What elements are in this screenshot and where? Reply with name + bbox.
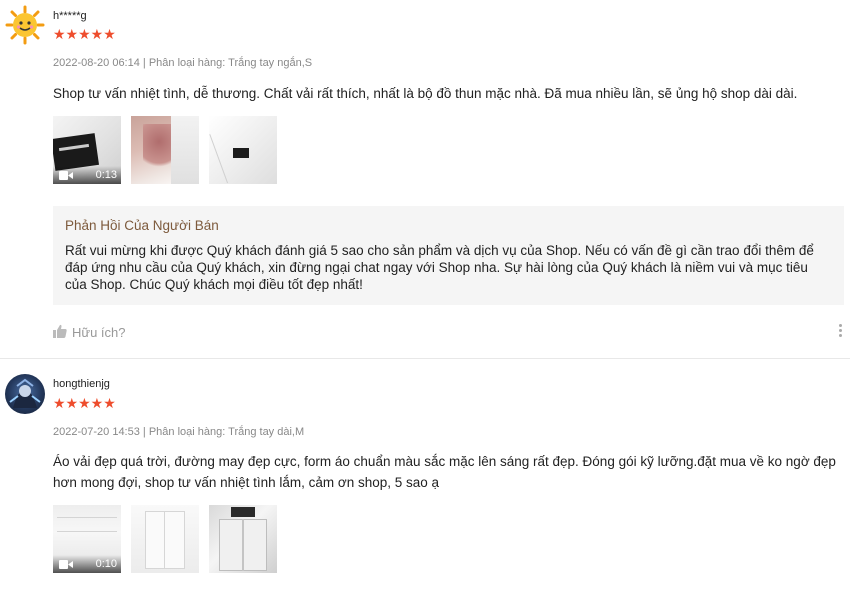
- review-item: hongthienjg ★★★★★ 2022-07-20 14:53 | Phâ…: [0, 359, 850, 589]
- video-duration-bar: 0:13: [53, 166, 121, 184]
- review-media: 0:13: [53, 116, 277, 184]
- review-text: Áo vải đẹp quá trời, đường may đẹp cực, …: [53, 454, 836, 490]
- video-duration-bar: 0:10: [53, 555, 121, 573]
- game-character-avatar-icon[interactable]: [5, 374, 45, 414]
- video-duration: 0:10: [95, 558, 117, 570]
- review-image-thumbnail[interactable]: [209, 505, 277, 573]
- seller-reply-text: Rất vui mừng khi được Quý khách đánh giá…: [65, 243, 814, 292]
- reviewer-name[interactable]: hongthienjg: [53, 378, 110, 390]
- review-media: 0:10: [53, 505, 277, 573]
- review-meta: 2022-07-20 14:53 | Phân loại hàng: Trắng…: [53, 426, 305, 438]
- helpful-button[interactable]: Hữu ích?: [53, 324, 126, 341]
- review-image-thumbnail[interactable]: [131, 505, 199, 573]
- video-camera-icon: [59, 170, 73, 180]
- video-camera-icon: [59, 559, 73, 569]
- reviewer-name[interactable]: h*****g: [53, 10, 87, 22]
- review-text: Shop tư vấn nhiệt tình, dễ thương. Chất …: [53, 86, 798, 101]
- thumbs-up-icon: [53, 324, 67, 341]
- rating-stars: ★★★★★: [53, 395, 116, 411]
- video-duration: 0:13: [95, 169, 117, 181]
- review-video-thumbnail[interactable]: 0:13: [53, 116, 121, 184]
- review-item: h*****g ★★★★★ 2022-08-20 06:14 | Phân lo…: [0, 0, 850, 359]
- seller-reply: Phản Hồi Của Người Bán Rất vui mừng khi …: [53, 206, 844, 305]
- review-image-thumbnail[interactable]: [209, 116, 277, 184]
- rating-stars: ★★★★★: [53, 26, 116, 42]
- review-video-thumbnail[interactable]: 0:10: [53, 505, 121, 573]
- seller-reply-title: Phản Hồi Của Người Bán: [65, 218, 219, 233]
- more-options-icon[interactable]: [838, 324, 844, 339]
- helpful-label: Hữu ích?: [72, 325, 126, 340]
- review-meta: 2022-08-20 06:14 | Phân loại hàng: Trắng…: [53, 57, 313, 69]
- sun-avatar-icon[interactable]: [5, 5, 45, 45]
- review-image-thumbnail[interactable]: [131, 116, 199, 184]
